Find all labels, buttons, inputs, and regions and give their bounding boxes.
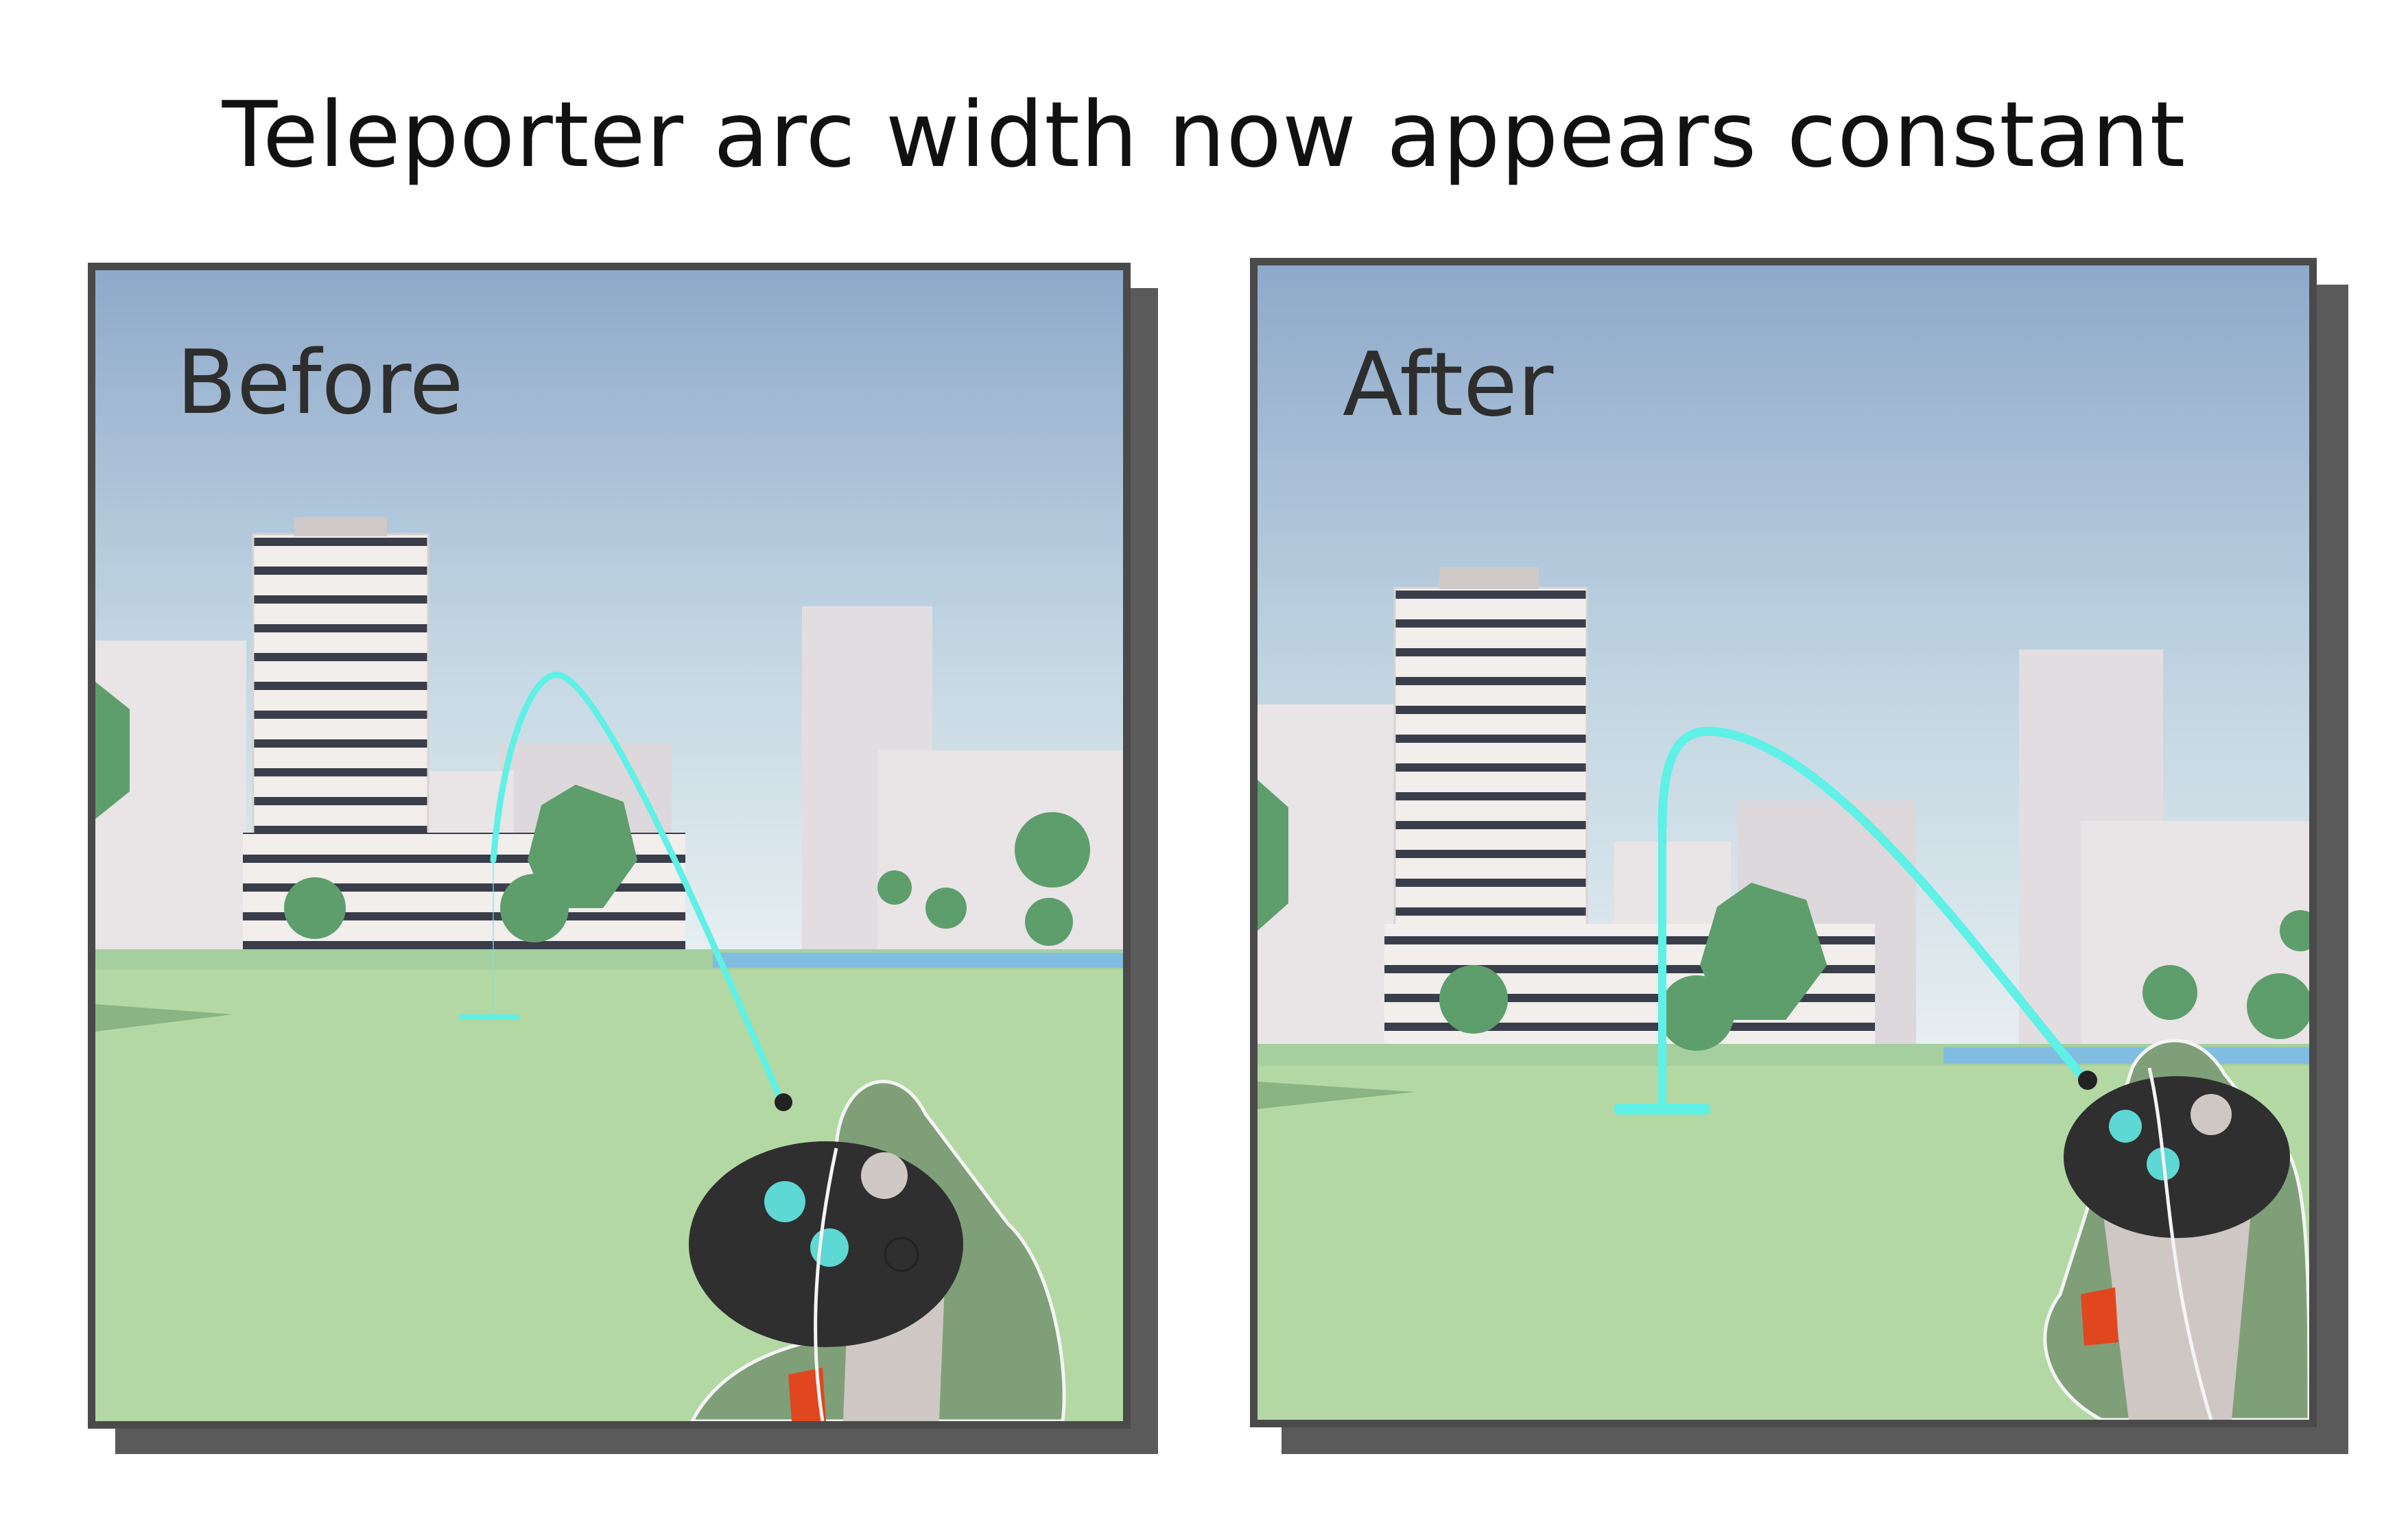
after-scene [1258, 265, 2309, 1420]
after-label: After [1343, 334, 1554, 436]
page-title: Teleporter arc width now appears constan… [222, 82, 2186, 188]
before-panel: Before [88, 263, 1131, 1429]
before-scene [95, 270, 1123, 1421]
teleport-marker [459, 1014, 519, 1020]
before-label: Before [176, 332, 464, 434]
after-panel: After [1250, 258, 2317, 1427]
